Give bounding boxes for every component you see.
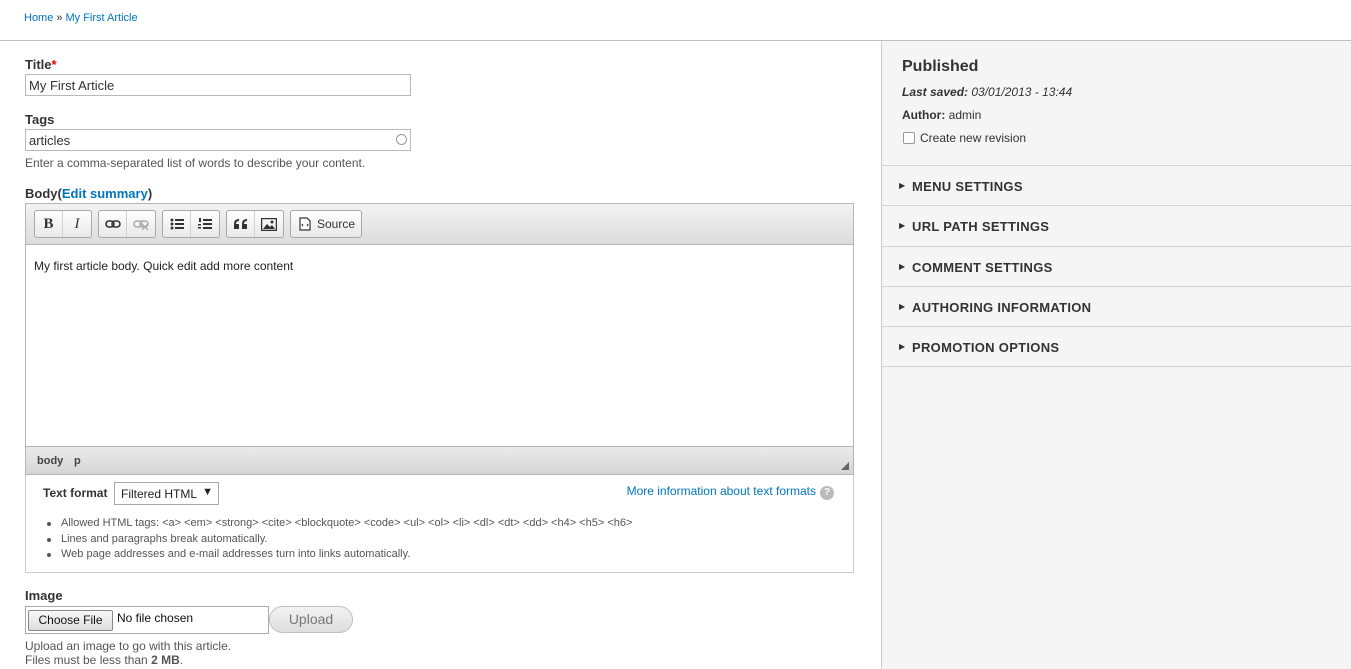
expand-triangle-icon: ▶: [899, 221, 906, 230]
text-format-wrapper: Text format Filtered HTML ▼ More informa…: [25, 475, 854, 573]
unlink-button[interactable]: [127, 211, 155, 237]
details-authoring-information[interactable]: ▶ AUTHORING INFORMATION: [882, 286, 1351, 326]
expand-triangle-icon: ▶: [899, 302, 906, 311]
text-format-selected: Filtered HTML: [121, 487, 198, 501]
tags-input[interactable]: [25, 129, 411, 151]
author: Author: admin: [902, 108, 981, 122]
text-format-tips: Allowed HTML tags: <a> <em> <strong> <ci…: [46, 517, 632, 564]
body-paren-close: ): [147, 186, 153, 201]
autocomplete-throbber-icon: [396, 134, 407, 145]
create-revision-checkbox[interactable]: [903, 132, 915, 144]
size-limit-prefix: Files must be less than: [25, 653, 152, 667]
text-format-help-link[interactable]: More information about text formats: [627, 484, 816, 498]
choose-file-button[interactable]: Choose File: [28, 610, 113, 631]
title-label: Title*: [25, 57, 57, 72]
body-label: Body(Edit summary): [25, 186, 152, 201]
expand-triangle-icon: ▶: [899, 181, 906, 190]
sidebar-divider: [882, 366, 1351, 367]
tip-item: Web page addresses and e-mail addresses …: [46, 548, 632, 564]
details-comment-settings[interactable]: ▶ COMMENT SETTINGS: [882, 246, 1351, 286]
image-button[interactable]: [255, 211, 283, 237]
toolbar-group-media: [226, 210, 284, 238]
tags-label: Tags: [25, 112, 55, 127]
blockquote-button[interactable]: [227, 211, 255, 237]
title-input[interactable]: [25, 74, 411, 96]
dropdown-arrow-icon: ▼: [202, 486, 213, 498]
publish-status: Published: [902, 58, 979, 75]
details-summary: PROMOTION OPTIONS: [912, 340, 1060, 355]
toolbar-group-basic: B I: [34, 210, 92, 238]
italic-button[interactable]: I: [63, 211, 91, 237]
wysiwyg-editor: B I Source My first article body. Quick …: [25, 203, 854, 475]
last-saved: Last saved: 03/01/2013 - 13:44: [902, 85, 1072, 99]
bold-button[interactable]: B: [35, 211, 63, 237]
author-label: Author:: [902, 108, 946, 122]
path-item-p[interactable]: p: [74, 455, 81, 467]
numbered-list-button[interactable]: [191, 211, 219, 237]
upload-button[interactable]: Upload: [269, 606, 353, 633]
bulleted-list-button[interactable]: [163, 211, 191, 237]
required-marker: *: [51, 57, 57, 72]
author-value: admin: [948, 108, 982, 122]
top-bar: Home» My First Article: [0, 0, 1351, 41]
breadcrumb-current-link[interactable]: My First Article: [65, 12, 137, 24]
file-status: No file chosen: [117, 611, 194, 625]
last-saved-value: 03/01/2013 - 13:44: [971, 85, 1073, 99]
editor-toolbar: B I Source: [26, 204, 853, 245]
create-revision-label[interactable]: Create new revision: [920, 131, 1026, 145]
editor-element-path: body p: [26, 446, 853, 474]
tip-item: Lines and paragraphs break automatically…: [46, 533, 632, 549]
text-format-select[interactable]: Filtered HTML ▼: [114, 482, 219, 505]
toolbar-group-links: [98, 210, 156, 238]
blockquote-icon: [233, 219, 247, 229]
details-url-path-settings[interactable]: ▶ URL PATH SETTINGS: [882, 205, 1351, 245]
expand-triangle-icon: ▶: [899, 262, 906, 271]
image-label: Image: [25, 588, 63, 603]
details-summary: COMMENT SETTINGS: [912, 260, 1053, 275]
file-input: Choose File No file chosen: [25, 606, 269, 634]
text-format-help: More information about text formats?: [627, 484, 834, 500]
link-button[interactable]: [99, 211, 127, 237]
unlink-icon: [133, 220, 149, 230]
tags-description: Enter a comma-separated list of words to…: [25, 156, 366, 170]
tip-item: Allowed HTML tags: <a> <em> <strong> <ci…: [46, 517, 632, 533]
editor-content-area[interactable]: My first article body. Quick edit add mo…: [26, 245, 853, 445]
details-summary: MENU SETTINGS: [912, 179, 1023, 194]
node-form-main: Title* Tags Enter a comma-separated list…: [0, 41, 881, 669]
image-size-limit: Files must be less than 2 MB.: [25, 653, 183, 667]
bulleted-list-icon: [170, 218, 184, 230]
details-summary: URL PATH SETTINGS: [912, 219, 1050, 234]
toolbar-group-lists: [162, 210, 220, 238]
text-format-label: Text format: [43, 486, 108, 500]
help-icon[interactable]: ?: [820, 486, 834, 500]
link-icon: [104, 220, 121, 228]
entity-meta-sidebar: Published Last saved: 03/01/2013 - 13:44…: [881, 41, 1351, 669]
breadcrumb-home-link[interactable]: Home: [24, 12, 53, 24]
expand-triangle-icon: ▶: [899, 342, 906, 351]
body-label-text: Body: [25, 186, 58, 201]
path-item-body[interactable]: body: [37, 455, 63, 467]
details-promotion-options[interactable]: ▶ PROMOTION OPTIONS: [882, 326, 1351, 366]
breadcrumb-separator: »: [56, 12, 63, 24]
details-menu-settings[interactable]: ▶ MENU SETTINGS: [882, 165, 1351, 205]
last-saved-label: Last saved:: [902, 85, 969, 99]
image-icon: [261, 217, 277, 231]
resize-handle-icon[interactable]: [841, 462, 849, 470]
edit-summary-link[interactable]: Edit summary: [62, 186, 148, 201]
details-summary: AUTHORING INFORMATION: [912, 300, 1092, 315]
source-button[interactable]: Source: [290, 210, 362, 238]
source-button-label: Source: [317, 217, 356, 231]
breadcrumb: Home» My First Article: [24, 12, 138, 24]
numbered-list-icon: [198, 218, 212, 229]
image-description: Upload an image to go with this article.: [25, 639, 232, 653]
size-limit-suffix: .: [179, 653, 184, 667]
source-button-inner: Source: [291, 211, 363, 237]
source-icon: [299, 217, 311, 231]
size-limit-value: 2 MB: [151, 653, 180, 667]
title-label-text: Title: [25, 57, 52, 72]
